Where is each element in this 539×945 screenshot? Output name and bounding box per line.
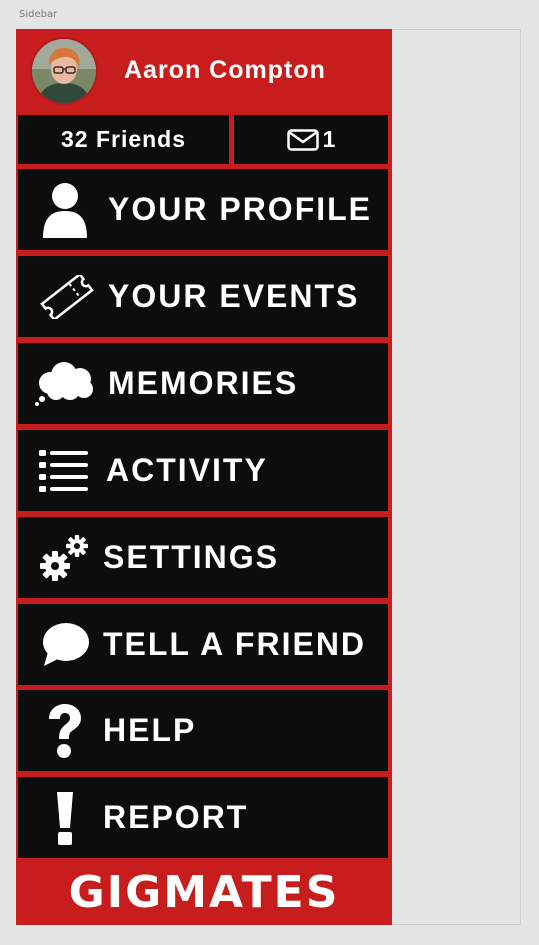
brand-logo: GIGMATES: [68, 866, 340, 918]
menu-label-report: REPORT: [103, 799, 249, 835]
user-name[interactable]: Aaron Compton: [124, 56, 326, 85]
menu-label-your-events: YOUR EVENTS: [108, 278, 360, 314]
menu-item-memories[interactable]: MEMORIES: [18, 343, 388, 424]
menu-label-tell-a-friend: TELL A FRIEND: [103, 626, 367, 662]
menu-item-report[interactable]: REPORT: [18, 777, 388, 858]
ticket-icon: [38, 256, 96, 337]
menu-item-help[interactable]: HELP: [18, 690, 388, 771]
sidebar: Aaron Compton 32 Friends 1 YOUR PROFILE: [16, 29, 392, 925]
speech-bubble-icon: [38, 604, 92, 685]
list-icon: [38, 430, 90, 511]
menu-item-activity[interactable]: ACTIVITY: [18, 430, 388, 511]
menu-item-settings[interactable]: SETTINGS: [18, 517, 388, 598]
person-icon: [40, 169, 90, 250]
avatar[interactable]: [32, 39, 96, 103]
menu-label-help: HELP: [103, 712, 197, 748]
menu-item-your-profile[interactable]: YOUR PROFILE: [18, 169, 388, 250]
gears-icon: [38, 517, 92, 598]
stats-bar: 32 Friends 1: [16, 115, 388, 164]
friends-count-button[interactable]: 32 Friends: [18, 115, 229, 164]
menu-label-memories: MEMORIES: [108, 365, 299, 401]
frame-label: Sidebar: [19, 9, 58, 20]
messages-count: 1: [322, 126, 336, 152]
envelope-icon: [286, 128, 319, 151]
menu-label-settings: SETTINGS: [103, 539, 280, 575]
menu-item-tell-a-friend[interactable]: TELL A FRIEND: [18, 604, 388, 685]
messages-button[interactable]: 1: [234, 115, 388, 164]
question-mark-icon: [40, 690, 90, 771]
thought-cloud-icon: [34, 343, 96, 424]
profile-header[interactable]: Aaron Compton: [16, 29, 392, 113]
friends-count-label: 32 Friends: [60, 126, 187, 152]
exclamation-icon: [40, 777, 90, 858]
menu-label-your-profile: YOUR PROFILE: [108, 191, 373, 227]
menu-label-activity: ACTIVITY: [106, 452, 268, 488]
menu-item-your-events[interactable]: YOUR EVENTS: [18, 256, 388, 337]
